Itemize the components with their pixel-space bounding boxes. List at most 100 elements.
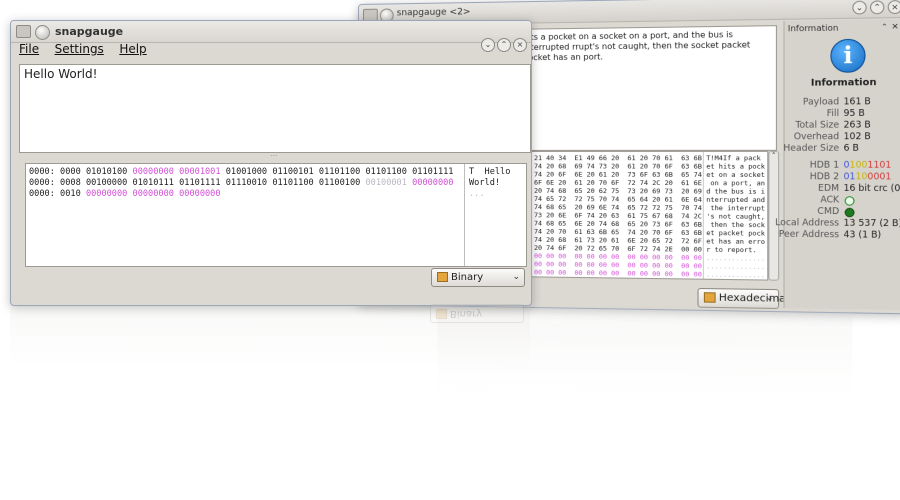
- message-editor[interactable]: Hello World!: [19, 64, 531, 153]
- information-icon-letter: i: [843, 42, 853, 70]
- minimize-icon[interactable]: ⌄: [852, 0, 867, 15]
- fill-label: Fill: [826, 108, 840, 120]
- binary-byte[interactable]: 01001000: [226, 167, 267, 177]
- binary-byte[interactable]: 01100101: [272, 167, 313, 177]
- menu-file[interactable]: File: [19, 42, 39, 56]
- menu-help[interactable]: Help: [119, 42, 146, 56]
- maximize-icon[interactable]: ⌃: [497, 38, 511, 52]
- header-size-label: Header Size: [783, 143, 840, 154]
- window-menu-button[interactable]: [35, 25, 50, 40]
- splitter-handle[interactable]: ...: [19, 151, 529, 159]
- message-editor[interactable]: hits a pocket on a socket on a port, and…: [517, 25, 777, 151]
- hdb2-part-c: 0001: [867, 171, 892, 183]
- splitter-dots: ...: [270, 150, 278, 158]
- ascii-row: ...: [469, 189, 485, 199]
- hdb2-value: 01100001: [844, 172, 892, 183]
- hdb2-label: HDB 2: [809, 171, 840, 183]
- hdb1-part-c: 1101: [867, 160, 892, 171]
- binary-byte[interactable]: 00000000: [86, 189, 127, 199]
- binary-byte[interactable]: 00001001: [179, 167, 220, 177]
- binary-byte[interactable]: 00100001: [366, 178, 407, 188]
- hex-ascii: on a port, an: [706, 178, 766, 188]
- binary-byte[interactable]: 01010111: [133, 178, 174, 188]
- hex-bytes[interactable]: 00 00 00 00 00 00 00 00 00 00 00 00 00 0…: [522, 268, 702, 279]
- binary-byte[interactable]: 01100100: [319, 178, 360, 188]
- hexadecimal-label: Hexadecimal: [718, 292, 789, 305]
- binary-byte[interactable]: 00100000: [86, 178, 127, 188]
- payload-label: Payload: [802, 97, 840, 108]
- app-icon: [16, 25, 31, 38]
- binary-byte[interactable]: 00000000: [133, 167, 174, 177]
- fill-value: 95 B: [843, 108, 865, 120]
- overhead-label: Overhead: [793, 131, 840, 143]
- binary-byte[interactable]: 01101111: [179, 178, 220, 188]
- hex-ascii: T!M4If a pack: [706, 153, 761, 163]
- main-window-titlebar[interactable]: snapgauge: [11, 21, 531, 43]
- binary-byte[interactable]: 00000000: [179, 189, 220, 199]
- overhead-value: 102 B: [843, 131, 871, 143]
- binary-combo-reflection: Binary: [430, 304, 524, 323]
- binary-byte[interactable]: 01101100: [319, 167, 360, 177]
- dock-title: Information: [787, 23, 839, 34]
- cmd-label: CMD: [817, 206, 840, 218]
- minimize-icon[interactable]: ⌄: [481, 38, 495, 52]
- information-icon: i: [830, 38, 866, 73]
- binary-view[interactable]: 0000: 0000 01010100 00000000 00001001 01…: [25, 163, 527, 267]
- ack-indicator: [844, 196, 855, 206]
- hex-scrollbar[interactable]: ˄: [768, 150, 780, 281]
- binary-row: 0000: 0008 00100000 01010111 01101111 01…: [29, 178, 459, 189]
- hex-row: 54 21 40 34 E1 49 66 20 61 20 70 61 63 6…: [522, 154, 764, 162]
- hdb1-part-b: 100: [849, 160, 868, 171]
- header-size-value: 6 B: [843, 143, 859, 154]
- menu-bar: File Settings Help: [19, 42, 159, 60]
- binary-byte[interactable]: 01101100: [272, 178, 313, 188]
- hex-ascii: ..............: [706, 270, 766, 280]
- cmd-indicator: [844, 207, 855, 218]
- binary-byte[interactable]: 00000000: [412, 178, 453, 188]
- dock-close-icon[interactable]: ×: [891, 21, 898, 31]
- binary-byte[interactable]: 00000000: [133, 189, 174, 199]
- chevron-down-icon: ⌄: [512, 272, 520, 282]
- binary-byte[interactable]: 01101100: [366, 167, 407, 177]
- window-title: snapgauge <2>: [396, 7, 471, 19]
- hex-ascii: nterrupted and: [706, 195, 766, 205]
- hex-ascii: d the bus is i: [706, 187, 766, 196]
- binary-label-reflection: Binary: [450, 308, 483, 319]
- binary-byte[interactable]: 01010100: [86, 167, 127, 177]
- binary-view-separator: [464, 164, 465, 266]
- close-icon[interactable]: ×: [513, 38, 527, 52]
- dock-float-icon[interactable]: ⌃: [881, 23, 888, 32]
- ascii-column: T Hello World!...: [469, 167, 510, 200]
- hex-view-separator: [702, 151, 704, 279]
- menu-settings[interactable]: Settings: [55, 42, 104, 56]
- close-icon[interactable]: ×: [887, 0, 900, 15]
- local-address-label: Local Address: [775, 217, 840, 229]
- total-size-value: 263 B: [843, 120, 871, 131]
- binary-byte[interactable]: 01110010: [226, 178, 267, 188]
- hex-ascii: et on a socket: [706, 170, 766, 180]
- ack-label: ACK: [820, 195, 840, 206]
- information-dock: Information ⌃ × i Information Payload 16…: [775, 19, 900, 311]
- payload-value: 161 B: [843, 96, 871, 108]
- message-text: hits a pocket on a socket on a port, and…: [523, 29, 751, 63]
- format-icon: [703, 292, 716, 303]
- format-icon: [437, 272, 448, 282]
- hex-row: 00 00 00 00 00 00 00 00 00 00 00 00 00 0…: [522, 268, 766, 280]
- binary-format-combo[interactable]: Binary ⌄: [431, 268, 525, 287]
- scroll-up-arrow-icon[interactable]: ˄: [769, 152, 778, 160]
- edm-value: 16 bit crc (0 B): [843, 183, 900, 195]
- row-address: 0000: 0000: [29, 167, 81, 177]
- binary-byte[interactable]: 01101111: [412, 167, 453, 177]
- maximize-icon[interactable]: ⌃: [870, 0, 885, 15]
- info-heading: Information: [810, 77, 877, 89]
- binary-label: Binary: [451, 272, 484, 283]
- ascii-row: World!: [469, 178, 501, 188]
- local-address-value: 13 537 (2 B): [843, 218, 900, 230]
- hex-view[interactable]: 54 21 40 34 E1 49 66 20 61 20 70 61 63 6…: [517, 150, 769, 281]
- row-address: 0000: 0008: [29, 178, 81, 188]
- hex-bytes[interactable]: 65 74 20 68 69 74 73 20 61 20 70 6F 63 6…: [522, 162, 702, 170]
- format-icon-reflection: [436, 309, 447, 319]
- peer-address-value: 43 (1 B): [843, 229, 882, 241]
- hex-bytes[interactable]: 54 21 40 34 E1 49 66 20 61 20 70 61 63 6…: [522, 154, 702, 162]
- binary-row: 0000: 0000 01010100 00000000 00001001 01…: [29, 167, 459, 178]
